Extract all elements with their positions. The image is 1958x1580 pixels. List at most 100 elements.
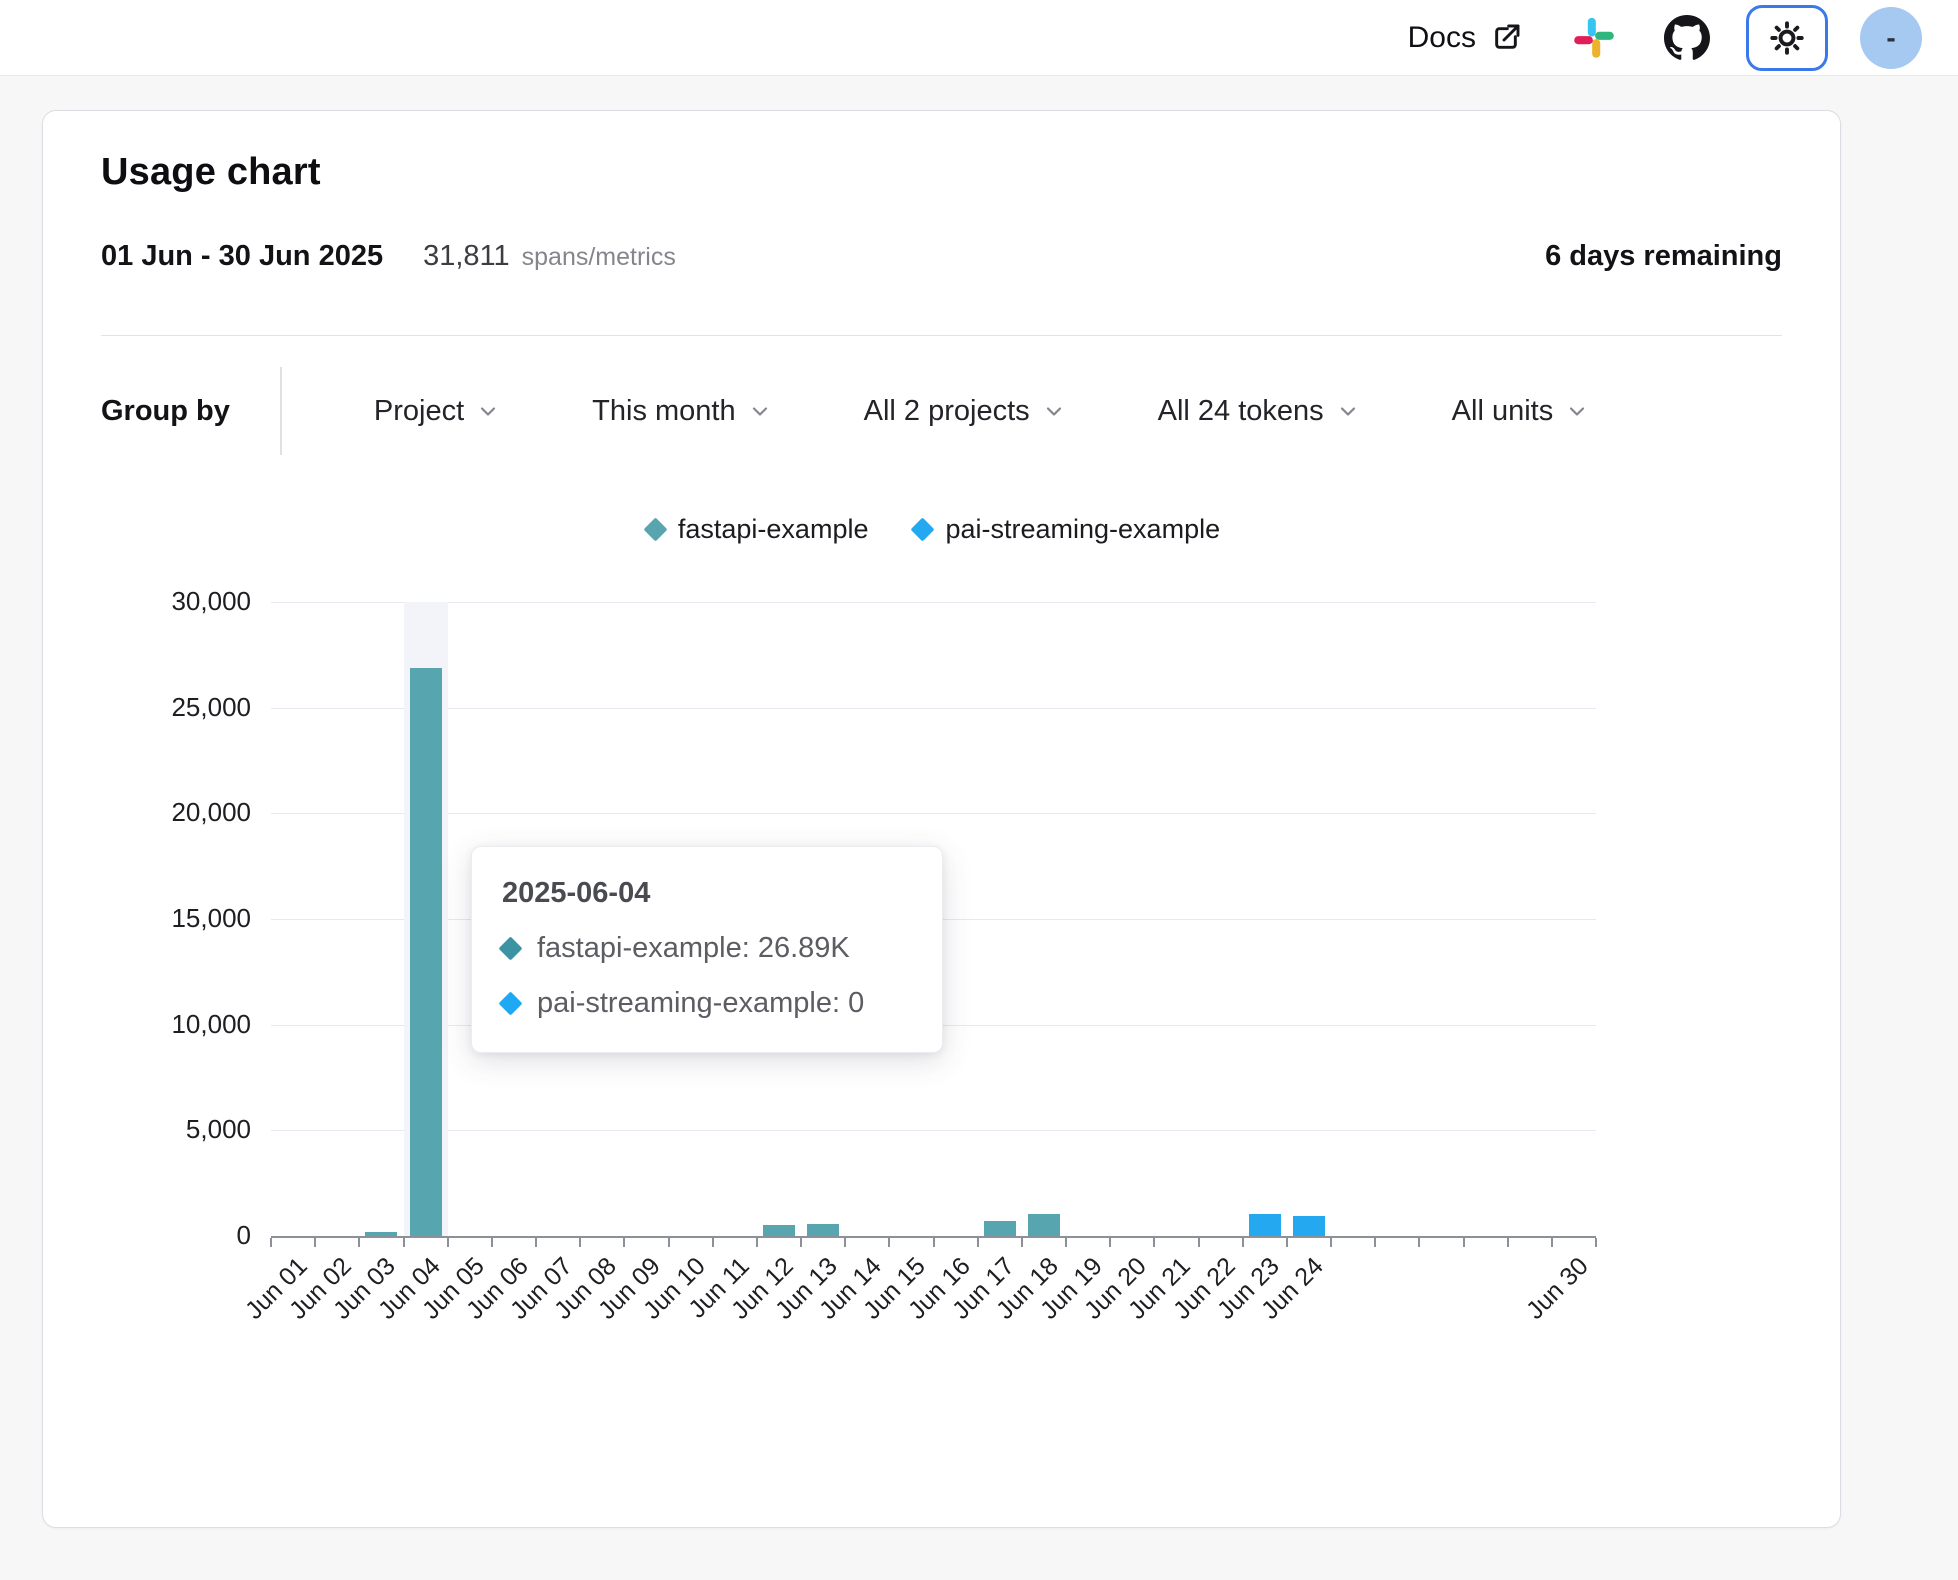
slack-button[interactable] <box>1572 16 1616 60</box>
slack-icon <box>1572 16 1616 60</box>
chevron-down-icon <box>476 399 500 423</box>
tooltip-date: 2025-06-04 <box>502 877 908 910</box>
y-gridline <box>271 708 1596 709</box>
avatar-label: - <box>1886 22 1895 54</box>
y-axis-tick-label: 25,000 <box>111 692 251 723</box>
units-filter-value: All units <box>1452 395 1554 428</box>
x-axis-tick <box>1242 1238 1244 1247</box>
x-axis-tick <box>535 1238 537 1247</box>
y-gridline <box>271 1130 1596 1131</box>
y-axis-tick-label: 5,000 <box>111 1114 251 1145</box>
bar-pai-streaming-example-Jun-23[interactable] <box>1249 1214 1281 1236</box>
bar-fastapi-example-Jun-12[interactable] <box>763 1225 795 1236</box>
x-axis-tick <box>844 1238 846 1247</box>
theme-toggle-button[interactable] <box>1746 5 1828 71</box>
external-link-icon <box>1490 22 1522 54</box>
x-axis-tick <box>1109 1238 1111 1247</box>
x-axis-tick <box>1153 1238 1155 1247</box>
x-axis-tick <box>1374 1238 1376 1247</box>
days-remaining: 6 days remaining <box>1545 240 1782 273</box>
x-axis-tick <box>1065 1238 1067 1247</box>
usage-meta-row: 01 Jun - 30 Jun 2025 31,811 spans/metric… <box>101 240 1782 273</box>
y-axis-tick-label: 0 <box>111 1220 251 1251</box>
x-axis-tick <box>1507 1238 1509 1247</box>
x-axis-tick <box>1286 1238 1288 1247</box>
docs-link-label: Docs <box>1408 21 1476 55</box>
bar-pai-streaming-example-Jun-24[interactable] <box>1293 1216 1325 1236</box>
bar-fastapi-example-Jun-04[interactable] <box>410 668 442 1236</box>
y-axis-tick-label: 30,000 <box>111 586 251 617</box>
section-divider <box>101 335 1782 336</box>
x-axis-tick <box>623 1238 625 1247</box>
x-axis-tick <box>314 1238 316 1247</box>
x-axis-tick <box>800 1238 802 1247</box>
user-avatar[interactable]: - <box>1860 7 1922 69</box>
y-gridline <box>271 602 1596 603</box>
x-axis-tick <box>579 1238 581 1247</box>
usage-bar-chart: 30,000 25,000 20,000 15,000 10,000 5,000 0 Jun… <box>101 554 1784 1392</box>
tokens-filter-dropdown[interactable]: All 24 tokens <box>1158 395 1360 428</box>
time-range-dropdown[interactable]: This month <box>592 395 771 428</box>
x-axis-tick <box>403 1238 405 1247</box>
page-title: Usage chart <box>101 151 1782 194</box>
x-axis-tick <box>1595 1238 1597 1247</box>
x-axis-tick <box>977 1238 979 1247</box>
tooltip-diamond-icon <box>498 936 522 960</box>
bar-fastapi-example-Jun-17[interactable] <box>984 1221 1016 1236</box>
x-axis-tick <box>888 1238 890 1247</box>
y-axis-tick-label: 15,000 <box>111 903 251 934</box>
x-axis-tick <box>1330 1238 1332 1247</box>
x-axis-tick <box>447 1238 449 1247</box>
chevron-down-icon <box>1336 399 1360 423</box>
legend-label: pai-streaming-example <box>945 514 1220 545</box>
tooltip-row: pai-streaming-example: 0 <box>502 987 908 1020</box>
y-gridline <box>271 813 1596 814</box>
top-header-bar: Docs - <box>0 0 1958 76</box>
usage-unit: spans/metrics <box>522 243 676 272</box>
usage-count: 31,811 <box>423 240 510 273</box>
x-axis-tick <box>933 1238 935 1247</box>
x-axis-tick <box>358 1238 360 1247</box>
tooltip-diamond-icon <box>498 991 522 1015</box>
billing-period: 01 Jun - 30 Jun 2025 <box>101 240 383 273</box>
x-axis-label-Jun-30: Jun 30 <box>1482 1252 1594 1364</box>
filter-row: Group by Project This month All 2 projec… <box>101 366 1782 456</box>
tokens-filter-value: All 24 tokens <box>1158 395 1324 428</box>
legend-item-pai-streaming-example[interactable]: pai-streaming-example <box>914 514 1220 545</box>
usage-chart-card: Usage chart 01 Jun - 30 Jun 2025 31,811 … <box>42 110 1841 1528</box>
group-by-dropdown-value: Project <box>374 395 464 428</box>
x-axis-tick <box>1021 1238 1023 1247</box>
units-filter-dropdown[interactable]: All units <box>1452 395 1590 428</box>
github-button[interactable] <box>1664 15 1710 61</box>
chevron-down-icon <box>748 399 772 423</box>
chevron-down-icon <box>1565 399 1589 423</box>
legend-diamond-icon <box>911 517 935 541</box>
vertical-divider <box>280 367 282 455</box>
x-axis-tick <box>270 1238 272 1247</box>
legend-diamond-icon <box>643 517 667 541</box>
sun-icon <box>1769 20 1805 56</box>
y-axis-tick-label: 10,000 <box>111 1009 251 1040</box>
x-axis-tick <box>756 1238 758 1247</box>
x-axis-tick <box>712 1238 714 1247</box>
group-by-dropdown[interactable]: Project <box>374 395 500 428</box>
projects-filter-value: All 2 projects <box>864 395 1030 428</box>
docs-link[interactable]: Docs <box>1408 21 1522 55</box>
bar-fastapi-example-Jun-18[interactable] <box>1028 1214 1060 1236</box>
tooltip-row: fastapi-example: 26.89K <box>502 932 908 965</box>
x-axis-tick <box>1463 1238 1465 1247</box>
chart-tooltip: 2025-06-04 fastapi-example: 26.89K pai-s… <box>471 846 943 1053</box>
x-axis-tick <box>668 1238 670 1247</box>
x-axis-tick <box>1198 1238 1200 1247</box>
y-axis-tick-label: 20,000 <box>111 797 251 828</box>
group-by-label: Group by <box>101 395 230 428</box>
x-axis-tick <box>491 1238 493 1247</box>
bar-fastapi-example-Jun-13[interactable] <box>807 1224 839 1236</box>
projects-filter-dropdown[interactable]: All 2 projects <box>864 395 1066 428</box>
legend-label: fastapi-example <box>678 514 869 545</box>
x-axis-tick <box>1551 1238 1553 1247</box>
time-range-dropdown-value: This month <box>592 395 735 428</box>
legend-item-fastapi-example[interactable]: fastapi-example <box>647 514 869 545</box>
github-icon <box>1664 15 1710 61</box>
tooltip-row-text: fastapi-example: 26.89K <box>537 932 850 965</box>
